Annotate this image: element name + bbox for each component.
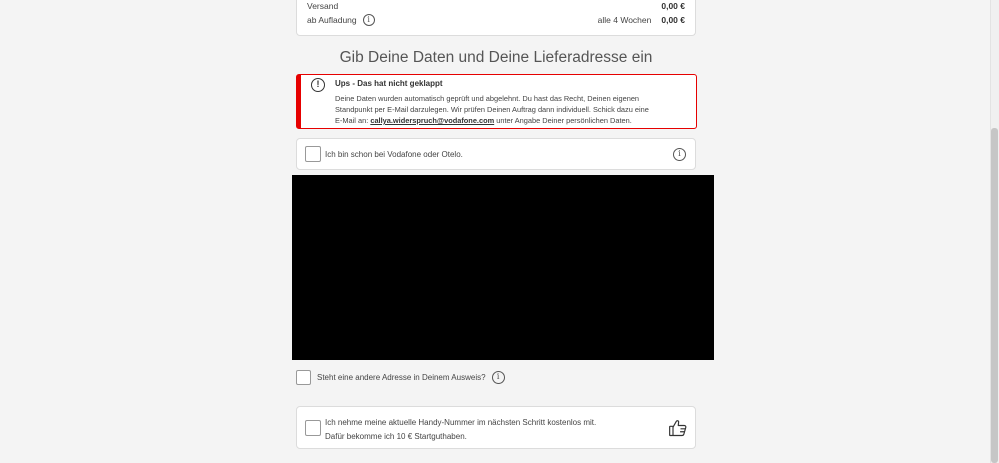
shipping-row: Versand 0,00 €	[307, 1, 685, 11]
exclamation-icon: !	[311, 78, 325, 92]
topup-label: ab Aufladung	[307, 15, 357, 25]
info-icon[interactable]: i	[362, 14, 375, 26]
scrollbar-thumb[interactable]	[991, 128, 998, 463]
shipping-label: Versand	[307, 1, 339, 11]
number-transfer-checkbox[interactable]	[305, 420, 321, 436]
redacted-form-area	[292, 175, 714, 360]
different-address-label[interactable]: Steht eine andere Adresse in Deinem Ausw…	[317, 373, 486, 382]
number-transfer-label[interactable]: Ich nehme meine aktuelle Handy-Nummer im…	[325, 416, 615, 444]
objection-email-link[interactable]: callya.widerspruch@vodafone.com	[370, 116, 494, 125]
topup-period: alle 4 Wochen	[597, 15, 652, 25]
price-summary-card: Versand 0,00 € ab Aufladung i alle 4 Woc…	[296, 0, 696, 36]
info-icon[interactable]: i	[673, 148, 686, 161]
existing-customer-label[interactable]: Ich bin schon bei Vodafone oder Otelo.	[325, 150, 463, 159]
topup-value: 0,00 €	[661, 15, 685, 25]
different-address-row: Steht eine andere Adresse in Deinem Ausw…	[296, 369, 505, 385]
existing-customer-checkbox[interactable]	[305, 146, 321, 162]
shipping-value: 0,00 €	[661, 1, 685, 11]
topup-row: ab Aufladung i alle 4 Wochen 0,00 €	[307, 14, 685, 26]
alert-text-part2: unter Angabe Deiner persönlichen Daten.	[494, 116, 632, 125]
checkout-page: Versand 0,00 € ab Aufladung i alle 4 Woc…	[0, 0, 999, 463]
alert-body: Deine Daten wurden automatisch geprüft u…	[335, 93, 655, 126]
page-title: Gib Deine Daten und Deine Lieferadresse …	[339, 49, 653, 66]
info-icon[interactable]: i	[491, 370, 505, 384]
thumbs-up-icon	[669, 420, 687, 437]
number-transfer-card: Ich nehme meine aktuelle Handy-Nummer im…	[296, 406, 696, 449]
alert-title: Ups - Das hat nicht geklappt	[335, 79, 443, 88]
error-alert: ! Ups - Das hat nicht geklappt Deine Dat…	[296, 74, 697, 129]
different-address-checkbox[interactable]	[296, 369, 311, 385]
existing-customer-card: Ich bin schon bei Vodafone oder Otelo. i	[296, 138, 696, 170]
